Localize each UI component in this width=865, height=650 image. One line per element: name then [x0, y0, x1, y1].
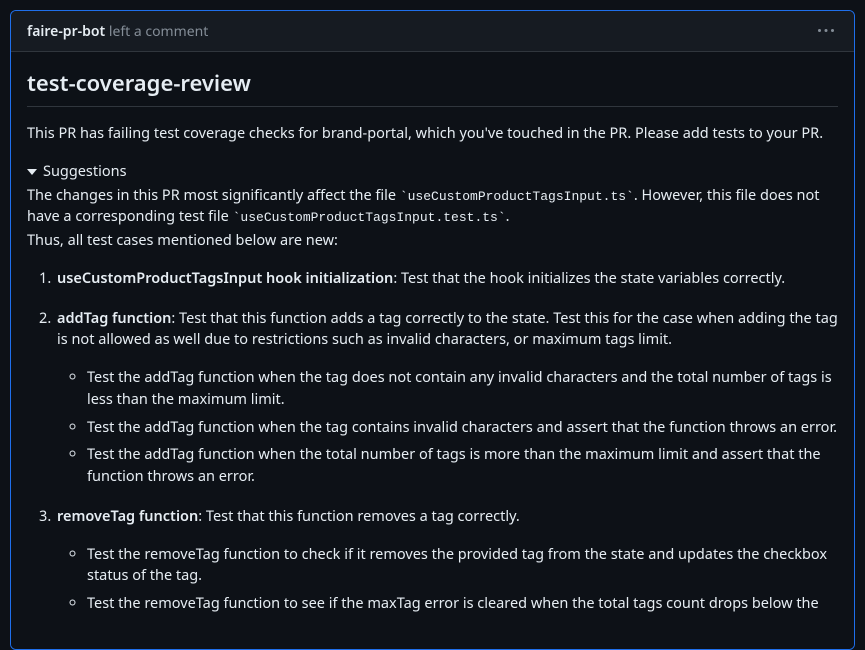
sub-list-item: Test the addTag function when the tag do…: [87, 367, 838, 411]
list-item: addTag function: Test that this function…: [55, 308, 838, 488]
sub-list: Test the addTag function when the tag do…: [87, 367, 838, 488]
suggestions-toggle[interactable]: Suggestions: [27, 161, 838, 183]
text: The changes in this PR most significantl…: [27, 185, 400, 205]
code-filename: `useCustomProductTagsInput.test.ts`: [233, 210, 506, 225]
item-title: removeTag function: [57, 506, 198, 526]
comment-author[interactable]: faire-pr-bot: [27, 22, 105, 41]
kebab-horizontal-icon: [818, 23, 834, 39]
item-desc: : Test that the hook initializes the sta…: [393, 268, 785, 288]
item-title: useCustomProductTagsInput hook initializ…: [57, 268, 393, 288]
suggestions-label: Suggestions: [43, 161, 127, 183]
list-item: useCustomProductTagsInput hook initializ…: [55, 268, 838, 290]
suggestions-ordered-list: useCustomProductTagsInput hook initializ…: [55, 268, 838, 615]
sub-list-item: Test the addTag function when the tag co…: [87, 417, 838, 439]
intro-paragraph: This PR has failing test coverage checks…: [27, 123, 838, 145]
item-desc: : Test that this function adds a tag cor…: [57, 308, 838, 350]
sub-list: Test the removeTag function to check if …: [87, 544, 838, 615]
comment-title: test-coverage-review: [27, 68, 838, 107]
triangle-down-icon: [27, 169, 37, 175]
sub-list-item: Test the addTag function when the total …: [87, 444, 838, 488]
suggestions-para-2: Thus, all test cases mentioned below are…: [27, 230, 838, 252]
sub-list-item: Test the removeTag function to see if th…: [87, 593, 838, 615]
sub-list-item: Test the removeTag function to check if …: [87, 544, 838, 588]
suggestions-para-1: The changes in this PR most significantl…: [27, 185, 838, 229]
more-options-button[interactable]: [814, 19, 838, 43]
comment-body: test-coverage-review This PR has failing…: [11, 52, 854, 649]
suggestions-section: Suggestions The changes in this PR most …: [27, 161, 838, 615]
list-item: removeTag function: Test that this funct…: [55, 506, 838, 615]
code-filename: `useCustomProductTagsInput.ts`: [400, 189, 634, 204]
comment-container: faire-pr-bot left a comment test-coverag…: [10, 10, 855, 650]
item-title: addTag function: [57, 308, 171, 328]
comment-header-text: faire-pr-bot left a comment: [27, 22, 208, 41]
text: .: [506, 206, 510, 226]
item-desc: : Test that this function removes a tag …: [198, 506, 520, 526]
comment-action: left a comment: [105, 22, 208, 41]
comment-header: faire-pr-bot left a comment: [11, 11, 854, 52]
